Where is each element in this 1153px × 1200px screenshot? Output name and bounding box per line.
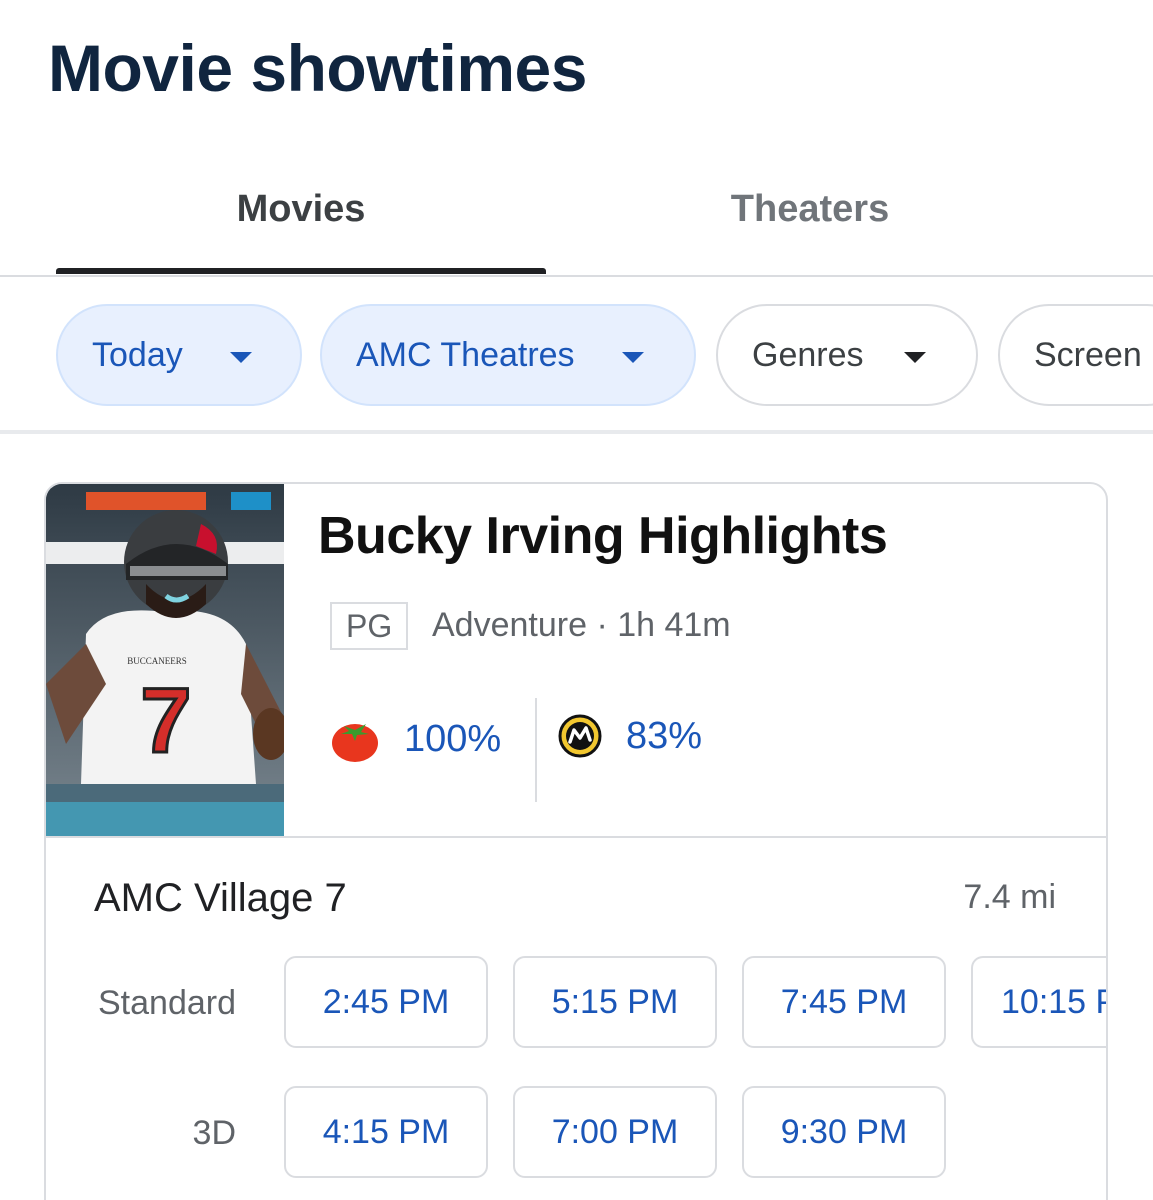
dropdown-arrow-icon [904, 352, 926, 363]
filter-theatre-chain-chip[interactable]: AMC Theatres [320, 304, 696, 406]
showtime-button[interactable]: 9:30 PM [742, 1086, 946, 1178]
theater-distance: 7.4 mi [963, 878, 1056, 916]
showtime-button[interactable]: 7:00 PM [513, 1086, 717, 1178]
showtime-button[interactable]: 10:15 P [971, 956, 1106, 1048]
tomato-icon [332, 724, 378, 762]
poster-jersey-number: 7 [140, 670, 191, 772]
tabs-divider [0, 275, 1153, 277]
filter-screen-label: Screen [1034, 335, 1142, 374]
movie-genre-runtime: Adventure · 1h 41m [432, 606, 731, 644]
format-label-standard: Standard [98, 984, 236, 1022]
showtime-button[interactable]: 2:45 PM [284, 956, 488, 1048]
active-tab-indicator [56, 268, 546, 274]
metacritic-score[interactable]: 83% [558, 714, 702, 758]
dropdown-arrow-icon [230, 352, 252, 363]
tab-movies[interactable]: Movies [56, 188, 546, 238]
tab-theaters[interactable]: Theaters [560, 188, 1060, 238]
page-title: Movie showtimes [48, 31, 587, 105]
filter-today-label: Today [92, 335, 183, 374]
filter-genres-label: Genres [752, 335, 864, 374]
filters-divider [0, 430, 1153, 434]
format-label-3d: 3D [192, 1114, 236, 1152]
theater-name[interactable]: AMC Village 7 [94, 876, 347, 921]
showtime-button[interactable]: 4:15 PM [284, 1086, 488, 1178]
score-divider [535, 698, 537, 802]
showtime-button[interactable]: 7:45 PM [742, 956, 946, 1048]
metacritic-icon [558, 714, 602, 758]
filter-theatre-chain-label: AMC Theatres [356, 335, 575, 374]
content-rating-badge: PG [330, 602, 409, 650]
poster-image: BUCCANEERS 7 [46, 484, 284, 836]
tomatometer-value: 100% [404, 717, 502, 760]
filter-genres-chip[interactable]: Genres [716, 304, 978, 406]
filter-today-chip[interactable]: Today [56, 304, 302, 406]
poster-team-text: BUCCANEERS [127, 656, 187, 666]
movie-poster[interactable]: BUCCANEERS 7 [46, 484, 284, 836]
metacritic-value: 83% [626, 714, 703, 757]
showtime-button[interactable]: 5:15 PM [513, 956, 717, 1048]
card-divider [46, 836, 1106, 838]
movie-card: BUCCANEERS 7 Bucky Irving Highlights PG … [44, 482, 1108, 1200]
tomatometer-score[interactable]: 100% [330, 714, 501, 764]
movie-title[interactable]: Bucky Irving Highlights [318, 506, 888, 566]
dropdown-arrow-icon [622, 352, 644, 363]
filter-screen-chip[interactable]: Screen [998, 304, 1153, 406]
